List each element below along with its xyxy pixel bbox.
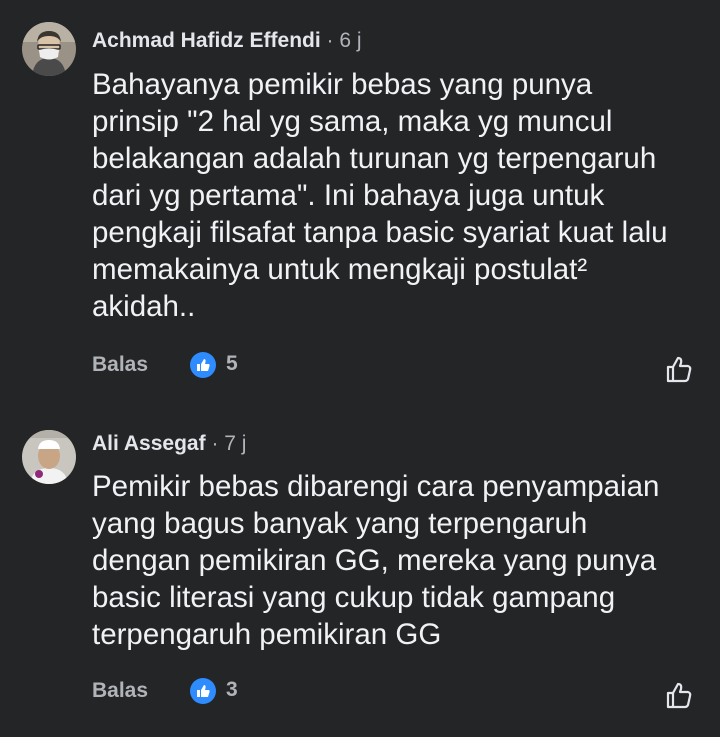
comment-line: yang bagus banyak yang terpengaruh: [92, 507, 588, 540]
comment-text: Bahayanya pemikir bebas yang punya prins…: [92, 66, 712, 325]
comment-line: belakangan adalah turunan yg terpengaruh: [92, 142, 657, 175]
avatar[interactable]: [22, 430, 76, 484]
separator: ·: [326, 29, 334, 52]
author-line: Achmad Hafidz Effendi · 6 j: [92, 29, 362, 53]
timestamp[interactable]: 6 j: [339, 29, 361, 52]
comment-line: memakainya untuk mengkaji postulat²: [92, 253, 588, 286]
comment-actions: Balas 3: [92, 676, 692, 706]
comment-line: prinsip "2 hal yg sama, maka yg muncul: [92, 105, 613, 138]
separator: ·: [211, 432, 219, 455]
like-reaction-icon[interactable]: [190, 678, 216, 704]
thumbs-up-icon: [197, 359, 210, 371]
comment-text: Pemikir bebas dibarengi cara penyampaian…: [92, 468, 712, 653]
author-name[interactable]: Ali Assegaf: [92, 432, 206, 455]
thumbs-up-icon: [197, 685, 210, 697]
timestamp[interactable]: 7 j: [224, 432, 246, 455]
like-count[interactable]: 5: [226, 352, 238, 376]
comment-line: pengkaji filsafat tanpa basic syariat ku…: [92, 216, 668, 249]
comment-line: akidah..: [92, 290, 196, 323]
comment-line: terpengaruh pemikiran GG: [92, 618, 442, 651]
comment-line: dengan pemikiran GG, mereka yang punya: [92, 544, 657, 577]
avatar[interactable]: [22, 22, 76, 76]
comment-actions: Balas 5: [92, 350, 692, 380]
avatar-man-with-mask-icon: [22, 22, 76, 76]
author-line: Ali Assegaf · 7 j: [92, 432, 246, 456]
like-count[interactable]: 3: [226, 678, 238, 702]
avatar-man-with-cap-icon: [22, 430, 76, 484]
reply-button[interactable]: Balas: [92, 679, 148, 703]
reply-button[interactable]: Balas: [92, 353, 148, 377]
like-button-icon[interactable]: [664, 680, 694, 710]
like-reaction-icon[interactable]: [190, 352, 216, 378]
comment-line: dari yg pertama". Ini bahaya juga untuk: [92, 179, 605, 212]
comment-line: basic literasi yang cukup tidak gampang: [92, 581, 616, 614]
comment-line: Pemikir bebas dibarengi cara penyampaian: [92, 470, 660, 503]
comment-line: Bahayanya pemikir bebas yang punya: [92, 68, 593, 101]
like-button-icon[interactable]: [664, 354, 694, 384]
author-name[interactable]: Achmad Hafidz Effendi: [92, 29, 321, 52]
